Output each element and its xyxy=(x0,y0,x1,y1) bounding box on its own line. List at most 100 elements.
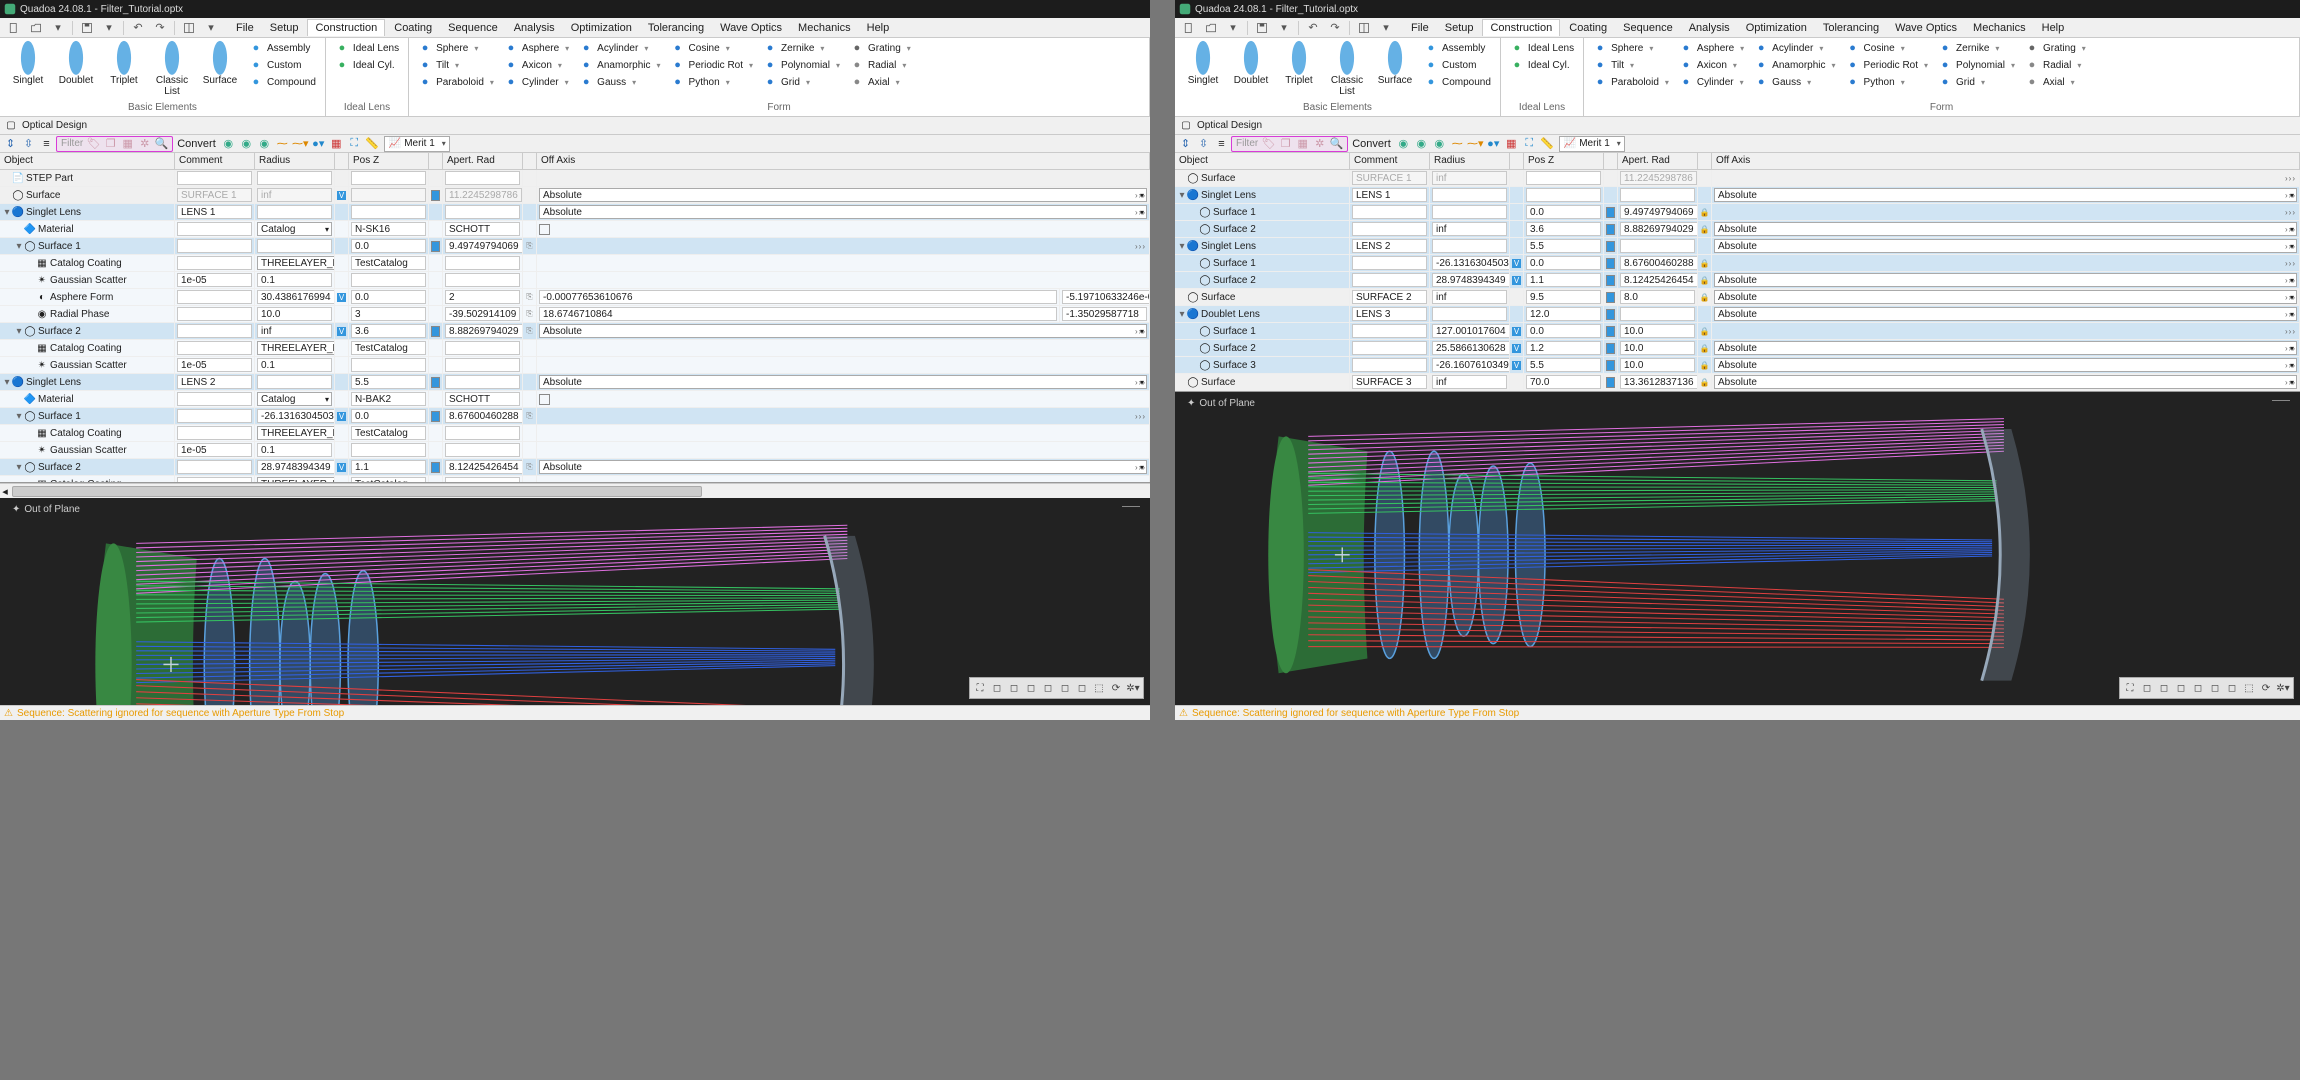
ribbon-doublet[interactable]: Doublet xyxy=(54,40,98,89)
ribbon-cylinder[interactable]: ●Cylinder▾ xyxy=(501,74,572,90)
vt-gear-icon[interactable]: ✲▾ xyxy=(1125,680,1141,696)
vt-box2-icon[interactable]: ◻ xyxy=(2156,680,2172,696)
more-icon[interactable]: ››› xyxy=(2285,174,2296,183)
ribbon-asphere[interactable]: ●Asphere▾ xyxy=(501,40,572,56)
tree-row[interactable]: ◯Surface 225.5866130628V1.210.0🔒Absolute… xyxy=(1175,340,2300,357)
ribbon-sphere[interactable]: ●Sphere▾ xyxy=(415,40,497,56)
expand-toggle[interactable]: ▾ xyxy=(14,241,24,252)
tree-table[interactable]: Object Comment Radius Pos Z Apert. Rad O… xyxy=(0,153,1150,483)
ribbon-surface[interactable]: Surface xyxy=(198,40,242,89)
tree-row[interactable]: ▾🔵Singlet LensLENS 1Absolute››› xyxy=(0,204,1150,221)
tree-row[interactable]: ▦Catalog CoatingTHREELAYER_EXTestCatalog xyxy=(0,255,1150,272)
h-scrollbar[interactable]: ◂ xyxy=(0,483,1150,498)
filter-layers-icon[interactable]: ❐ xyxy=(102,136,119,152)
ribbon-singlet[interactable]: Singlet xyxy=(6,40,50,89)
ribbon-grating[interactable]: ●Grating▾ xyxy=(847,40,914,56)
vt-box6-icon[interactable]: ◻ xyxy=(2224,680,2240,696)
more-icon[interactable]: ››› xyxy=(2285,344,2296,353)
tree-row[interactable]: 🔷MaterialCatalogN-BAK2SCHOTT xyxy=(0,391,1150,408)
ribbon-surface[interactable]: Surface xyxy=(1373,40,1417,89)
globe-up-icon[interactable]: ◉ xyxy=(238,136,255,152)
expand-toggle[interactable]: ▾ xyxy=(1177,309,1187,320)
expand-toggle[interactable]: ▾ xyxy=(2,377,12,388)
tree-row[interactable]: 📄STEP Part xyxy=(0,170,1150,187)
ribbon-cylinder[interactable]: ●Cylinder▾ xyxy=(1676,74,1747,90)
dot-icon[interactable]: ●▾ xyxy=(1485,136,1502,152)
filter-gear-icon[interactable]: ✲ xyxy=(136,136,153,152)
expand-toggle[interactable]: ▾ xyxy=(1177,190,1187,201)
ribbon-classic[interactable]: Classic List xyxy=(1325,40,1369,100)
expand-icon[interactable]: ⛶ xyxy=(1521,136,1538,152)
menu-file[interactable]: File xyxy=(229,20,261,36)
ribbon-grating[interactable]: ●Grating▾ xyxy=(2022,40,2089,56)
ribbon-singlet[interactable]: Singlet xyxy=(1181,40,1225,89)
tree-row[interactable]: ▾◯Surface 1-26.1316304503V0.08.676004602… xyxy=(0,408,1150,425)
menu-setup[interactable]: Setup xyxy=(263,20,306,36)
tree-row[interactable]: ▾◯Surface 2infV3.68.88269794029⎘Absolute… xyxy=(0,323,1150,340)
more-icon[interactable]: ››› xyxy=(2285,293,2296,302)
layout-icon[interactable] xyxy=(1354,20,1374,36)
menu-file[interactable]: File xyxy=(1404,20,1436,36)
ribbon-axial[interactable]: ●Axial▾ xyxy=(2022,74,2089,90)
tree-row[interactable]: ◯Surface 1127.001017604V0.010.0🔒››› xyxy=(1175,323,2300,340)
tree-row[interactable]: ▦Catalog CoatingTHREELAYER_EXTestCatalog xyxy=(0,425,1150,442)
filter-grid-icon[interactable]: ▦ xyxy=(119,136,136,152)
ribbon-anamorphic[interactable]: ●Anamorphic▾ xyxy=(576,57,663,73)
tree-row[interactable]: ▦Catalog CoatingTHREELAYER_EXTestCatalog xyxy=(0,476,1150,483)
arrows-icon[interactable]: ⇳ xyxy=(1195,136,1212,152)
ribbon-tilt[interactable]: ●Tilt▾ xyxy=(1590,57,1672,73)
more-icon[interactable]: ››› xyxy=(1135,378,1146,387)
tree-row[interactable]: ◯Surface 1-26.1316304503V0.08.6760046028… xyxy=(1175,255,2300,272)
wave-dn-icon[interactable]: ⁓▾ xyxy=(1467,136,1484,152)
menu-wave-optics[interactable]: Wave Optics xyxy=(1888,20,1964,36)
wave-icon[interactable]: ⁓ xyxy=(1449,136,1466,152)
ribbon-custom[interactable]: ●Custom xyxy=(1421,57,1494,73)
ribbon-grid[interactable]: ●Grid▾ xyxy=(1935,74,2018,90)
ribbon-ideal-lens[interactable]: ●Ideal Lens xyxy=(1507,40,1577,56)
undo-icon[interactable]: ↶ xyxy=(128,20,148,36)
more-icon[interactable]: ››› xyxy=(1135,327,1146,336)
ribbon-periodic[interactable]: ●Periodic Rot▾ xyxy=(668,57,756,73)
menu-help[interactable]: Help xyxy=(2035,20,2072,36)
more-icon[interactable]: ››› xyxy=(2285,259,2296,268)
ribbon-cosine[interactable]: ●Cosine▾ xyxy=(1843,40,1931,56)
vt-box2-icon[interactable]: ◻ xyxy=(1006,680,1022,696)
vt-cube-icon[interactable]: ⬚ xyxy=(2241,680,2257,696)
tree-row[interactable]: ◯SurfaceSURFACE 3inf70.013.3612837136🔒Ab… xyxy=(1175,374,2300,391)
menu-construction[interactable]: Construction xyxy=(1482,19,1560,36)
menu-sequence[interactable]: Sequence xyxy=(1616,20,1680,36)
menu-optimization[interactable]: Optimization xyxy=(564,20,639,36)
filter-layers-icon[interactable]: ❐ xyxy=(1277,136,1294,152)
redo-icon[interactable]: ↷ xyxy=(150,20,170,36)
ribbon-periodic[interactable]: ●Periodic Rot▾ xyxy=(1843,57,1931,73)
ribbon-asphere[interactable]: ●Asphere▾ xyxy=(1676,40,1747,56)
chevron-down-icon[interactable]: ▾ xyxy=(48,20,68,36)
tree-row[interactable]: ◐Asphere Form30.4386176994V0.02⎘-0.00077… xyxy=(0,289,1150,306)
tree-row[interactable]: ◯Surface 228.9748394349V1.18.12425426454… xyxy=(1175,272,2300,289)
more-icon[interactable]: ››› xyxy=(2285,225,2296,234)
tree-row[interactable]: ▾🔵Singlet LensLENS 25.5Absolute››› xyxy=(1175,238,2300,255)
ribbon-assembly[interactable]: ●Assembly xyxy=(1421,40,1494,56)
chevron-down-icon[interactable]: ▾ xyxy=(1274,20,1294,36)
open-file-icon[interactable] xyxy=(26,20,46,36)
tree-row[interactable]: ◉Radial Phase10.03-39.502914109⎘18.67467… xyxy=(0,306,1150,323)
vt-box3-icon[interactable]: ◻ xyxy=(1023,680,1039,696)
ribbon-doublet[interactable]: Doublet xyxy=(1229,40,1273,89)
expand-icon[interactable]: ⛶ xyxy=(346,136,363,152)
vt-cube-icon[interactable]: ⬚ xyxy=(1091,680,1107,696)
ribbon-radial[interactable]: ●Radial▾ xyxy=(2022,57,2089,73)
menu-mechanics[interactable]: Mechanics xyxy=(791,20,858,36)
globe-icon[interactable]: ◉ xyxy=(1395,136,1412,152)
more-icon[interactable]: ››› xyxy=(1135,208,1146,217)
open-file-icon[interactable] xyxy=(1201,20,1221,36)
arrows-icon[interactable]: ⇳ xyxy=(20,136,37,152)
menu-wave-optics[interactable]: Wave Optics xyxy=(713,20,789,36)
globe-dn-icon[interactable]: ◉ xyxy=(1431,136,1448,152)
filter-tag-icon[interactable]: 🏷 xyxy=(85,136,102,152)
vt-box1-icon[interactable]: ◻ xyxy=(2139,680,2155,696)
menu-help[interactable]: Help xyxy=(860,20,897,36)
ribbon-classic[interactable]: Classic List xyxy=(150,40,194,100)
tree-row[interactable]: 🔷MaterialCatalogN-SK16SCHOTT xyxy=(0,221,1150,238)
globe-dn-icon[interactable]: ◉ xyxy=(256,136,273,152)
tree-row[interactable]: ▾🔵Singlet LensLENS 25.5Absolute››› xyxy=(0,374,1150,391)
